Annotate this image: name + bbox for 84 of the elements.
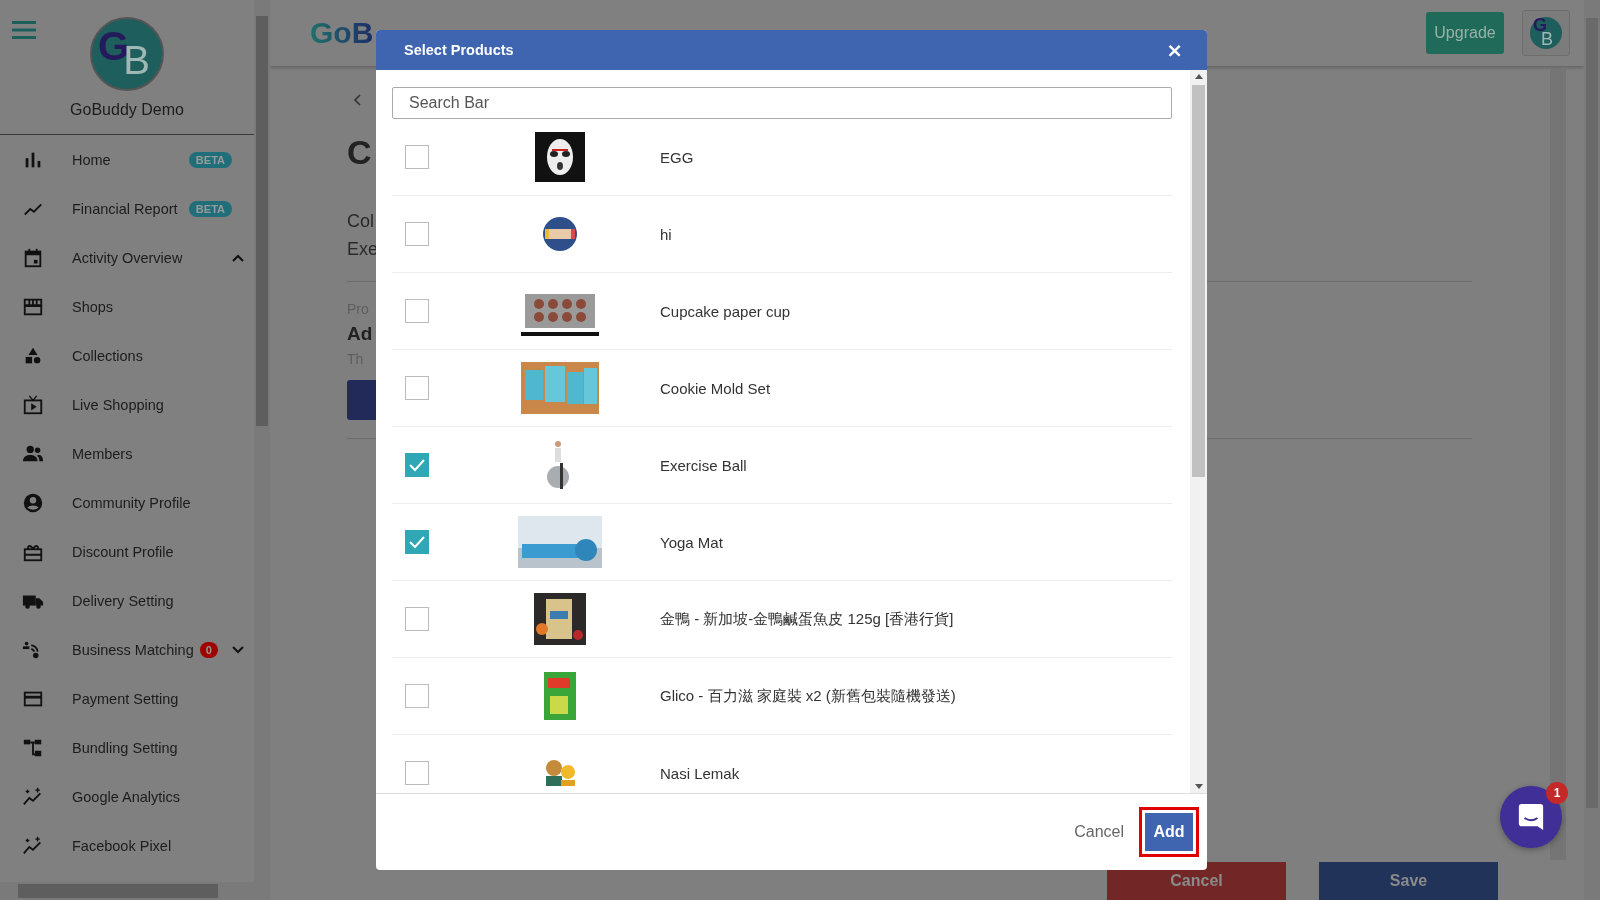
sidebar-item[interactable]: Facebook Pixel	[0, 821, 254, 870]
sidebar-item[interactable]: Discount Profile	[0, 527, 254, 576]
sidebar-item[interactable]: Collections	[0, 331, 254, 380]
sidebar-label: Activity Overview	[72, 249, 183, 266]
tv-play-icon	[22, 393, 44, 416]
sidebar-item[interactable]: Activity Overview	[0, 233, 254, 282]
chat-icon	[1517, 803, 1545, 831]
scrollbar[interactable]	[254, 0, 270, 882]
menu-icon[interactable]	[12, 21, 36, 39]
product-name: hi	[660, 225, 672, 243]
product-name: EGG	[660, 148, 694, 166]
cancel-button[interactable]: Cancel	[1063, 807, 1135, 857]
sparkle-chart-icon	[22, 785, 44, 808]
chevron-down-icon[interactable]	[232, 645, 244, 654]
sidebar-label: Live Shopping	[72, 396, 164, 413]
checkbox[interactable]	[405, 376, 429, 400]
product-name: Cupcake paper cup	[660, 302, 791, 320]
save-button[interactable]: Save	[1319, 862, 1498, 900]
scrollbar[interactable]	[1190, 70, 1207, 793]
sidebar-item[interactable]: Delivery Setting	[0, 576, 254, 625]
badge: BETA	[188, 200, 232, 217]
chat-button[interactable]	[1500, 786, 1562, 848]
product-name: Exercise Ball	[660, 456, 747, 474]
page-title: C	[347, 133, 372, 172]
section-title: Ad	[347, 323, 373, 345]
product-name: Glico - 百力滋 家庭裝 x2 (新舊包裝隨機發送)	[660, 686, 956, 706]
info-text: Col	[347, 211, 374, 232]
checkbox[interactable]	[405, 607, 429, 631]
sidebar-item[interactable]: Bundling Setting	[0, 723, 254, 772]
sidebar-item[interactable]: Live Shopping	[0, 380, 254, 429]
sidebar-item[interactable]: Payment Setting	[0, 674, 254, 723]
sidebar-item[interactable]: Financial Report BETA	[0, 184, 254, 233]
sidebar-label: Google Analytics	[72, 788, 180, 805]
arrow-down-icon[interactable]	[1194, 784, 1203, 789]
sidebar-label: Bundling Setting	[72, 739, 178, 756]
product-name: Nasi Lemak	[660, 764, 740, 782]
scrollbar[interactable]	[0, 882, 270, 900]
info-text: Exe	[347, 239, 379, 260]
back-icon[interactable]	[353, 94, 361, 106]
add-button[interactable]: Add	[1139, 807, 1199, 857]
search-field[interactable]: Search Bar	[392, 87, 1172, 119]
action-button[interactable]	[347, 380, 376, 420]
product-name: Yoga Mat	[660, 533, 723, 551]
sidebar-label: Shops	[72, 298, 114, 315]
sidebar-item[interactable]: Business Matching 0	[0, 625, 254, 674]
sidebar-item[interactable]: Community Profile	[0, 478, 254, 527]
checkbox[interactable]	[405, 761, 429, 785]
avatar: GB	[90, 17, 164, 91]
sidebar-item[interactable]: Home BETA	[0, 135, 254, 184]
checkbox[interactable]	[405, 453, 429, 477]
sidebar-label: Collections	[72, 347, 143, 364]
sidebar-item[interactable]: Members	[0, 429, 254, 478]
calendar-icon	[22, 246, 44, 269]
upgrade-button[interactable]: Upgrade	[1426, 12, 1504, 54]
scrollbar[interactable]	[1550, 68, 1566, 860]
sidebar-label: Payment Setting	[72, 690, 179, 707]
badge: BETA	[188, 151, 232, 168]
sidebar-label: Members	[72, 445, 133, 462]
checkbox[interactable]	[405, 530, 429, 554]
dialog-title: Select Products	[404, 42, 514, 58]
sidebar-item[interactable]: Google Analytics	[0, 772, 254, 821]
sparkle-icon	[22, 834, 44, 857]
arrow-up-icon[interactable]	[1194, 74, 1203, 79]
product-name: 金鴨 - 新加坡-金鴨鹹蛋魚皮 125g [香港行貨]	[660, 609, 954, 629]
checkbox[interactable]	[405, 222, 429, 246]
sidebar-label: Facebook Pixel	[72, 837, 172, 854]
badge: 0	[199, 641, 218, 658]
account-name: GoBuddy Demo	[70, 101, 184, 119]
checkbox[interactable]	[405, 145, 429, 169]
sidebar-label: Discount Profile	[72, 543, 174, 560]
checkbox[interactable]	[405, 684, 429, 708]
close-button[interactable]: ×	[1164, 40, 1185, 60]
notification-badge: 1	[1546, 782, 1568, 804]
sidebar-label: Delivery Setting	[72, 592, 174, 609]
sidebar-item[interactable]: Shops	[0, 282, 254, 331]
checkbox[interactable]	[405, 299, 429, 323]
sidebar-label: Business Matching	[72, 641, 194, 658]
chevron-up-icon[interactable]	[232, 253, 244, 262]
product-name: Cookie Mold Set	[660, 379, 771, 397]
sidebar-label: Home	[72, 151, 111, 168]
account-circle-icon	[22, 491, 44, 514]
avatar-button[interactable]: G B	[1522, 10, 1570, 56]
sidebar-label: Community Profile	[72, 494, 191, 511]
sidebar-label: Financial Report	[72, 200, 178, 217]
